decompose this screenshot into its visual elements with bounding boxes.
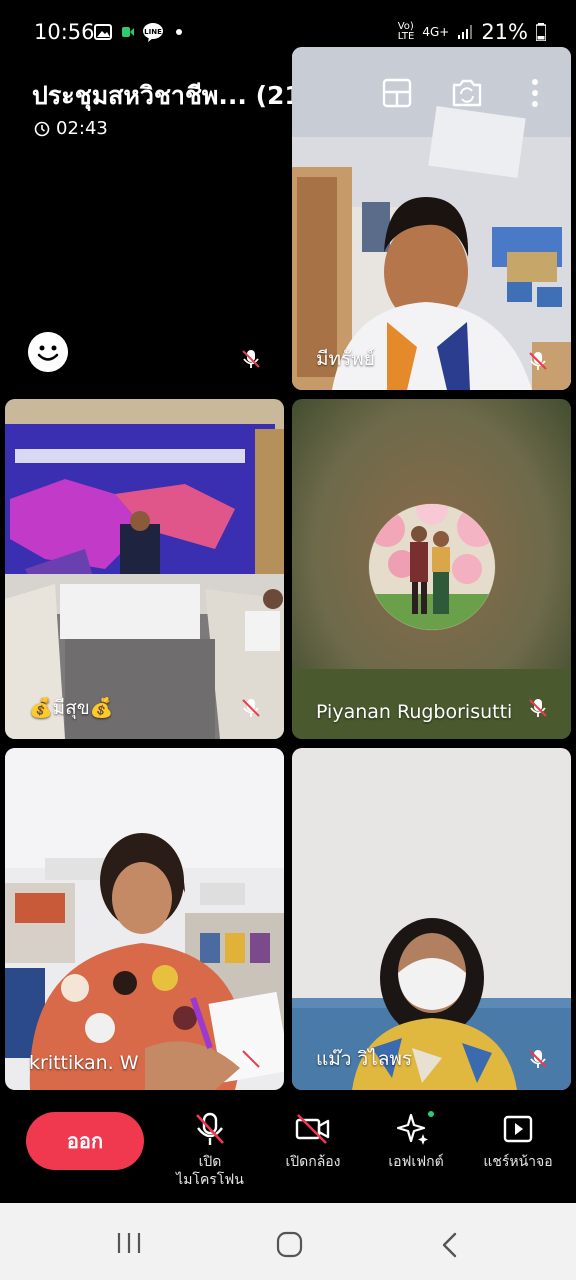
signal-icon: [458, 25, 473, 39]
share-screen-button[interactable]: แชร์หน้าจอ: [478, 1105, 558, 1171]
line-app-icon: LINE: [143, 23, 163, 42]
back-icon[interactable]: [440, 1231, 460, 1259]
status-right: Vo) LTE 4G+ 21%: [398, 20, 546, 44]
participant-tile[interactable]: แม๊ว วิไลพร: [292, 748, 571, 1090]
emoji-icon[interactable]: [28, 332, 68, 372]
self-mic-off-icon: [242, 350, 260, 368]
svg-text:LINE: LINE: [144, 28, 162, 36]
participant-name: krittikan. W: [29, 1052, 139, 1074]
participant-name: แม๊ว วิไลพร: [316, 1048, 413, 1070]
share-screen-label: แชร์หน้าจอ: [483, 1154, 553, 1170]
mic-off-icon: [529, 352, 547, 370]
participant-name: Piyanan Rugborisutti: [316, 701, 513, 723]
clock-icon: [34, 121, 50, 136]
participant-video: [5, 399, 284, 739]
camera-button[interactable]: เปิดกล้อง: [276, 1105, 350, 1171]
mic-off-icon: [242, 1050, 260, 1068]
more-icon[interactable]: [528, 78, 542, 108]
layout-icon[interactable]: [382, 78, 412, 108]
volte-indicator: Vo) LTE: [397, 21, 415, 42]
participant-video: [292, 399, 571, 739]
notification-dot: [176, 29, 182, 35]
recent-apps-icon[interactable]: [116, 1232, 142, 1254]
video-call-icon: [122, 27, 134, 37]
mic-label: เปิด ไมโครโฟน: [176, 1154, 244, 1188]
participant-video: [292, 748, 571, 1090]
share-screen-icon: [503, 1115, 533, 1143]
home-icon[interactable]: [276, 1231, 304, 1259]
network-type: 4G+: [422, 25, 450, 39]
participant-name: 💰มีสุข💰: [29, 697, 114, 719]
sparkle-icon: [396, 1111, 434, 1145]
participant-tile[interactable]: krittikan. W: [5, 748, 284, 1090]
participant-tile[interactable]: Piyanan Rugborisutti: [292, 399, 571, 739]
camera-label: เปิดกล้อง: [285, 1154, 341, 1170]
mic-off-icon: [196, 1112, 224, 1145]
mic-off-icon: [529, 699, 547, 717]
battery-icon: [536, 23, 546, 41]
mic-off-icon: [242, 699, 260, 717]
meeting-title: ประชุมสหวิชาชีพ... (21): [32, 81, 294, 110]
participant-video: [5, 748, 284, 1090]
battery-level: 21%: [481, 20, 528, 44]
camera-off-icon: [295, 1114, 330, 1144]
status-time: 10:56: [34, 20, 95, 44]
android-nav-bar: [0, 1203, 576, 1280]
mic-button[interactable]: เปิด ไมโครโฟน: [170, 1105, 250, 1189]
participant-tile[interactable]: 💰มีสุข💰: [5, 399, 284, 739]
participant-name: มีทรัพย์: [316, 348, 375, 370]
switch-camera-icon[interactable]: [450, 77, 484, 109]
meeting-timer: 02:43: [34, 118, 108, 139]
mic-off-icon: [529, 1050, 547, 1068]
leave-button[interactable]: ออก: [26, 1112, 144, 1170]
gallery-icon: [94, 24, 112, 40]
meeting-duration: 02:43: [56, 118, 108, 139]
effects-button[interactable]: เอฟเฟกต์: [380, 1105, 452, 1171]
effects-label: เอฟเฟกต์: [388, 1154, 444, 1170]
